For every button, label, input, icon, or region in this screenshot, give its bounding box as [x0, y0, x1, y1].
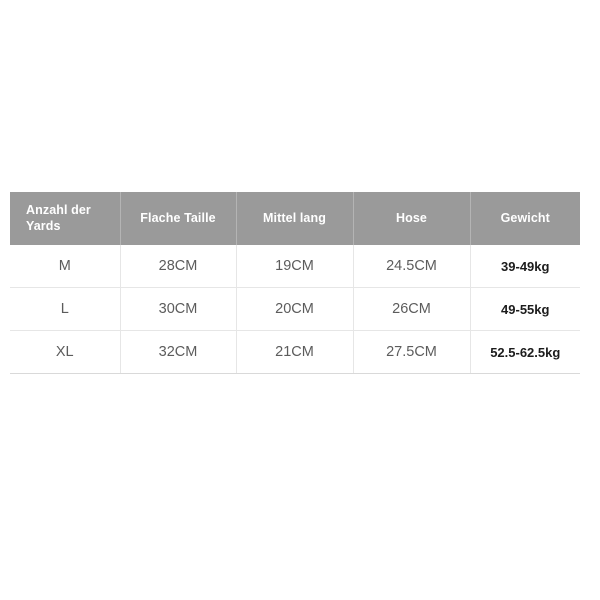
cell-flache-taille: 30CM	[120, 287, 237, 331]
cell-gewicht: 52.5-62.5kg	[470, 330, 580, 374]
table-row: M 28CM 19CM 24.5CM 39-49kg	[10, 245, 580, 288]
table-row: XL 32CM 21CM 27.5CM 52.5-62.5kg	[10, 330, 580, 374]
header-flache-taille: Flache Taille	[120, 192, 237, 245]
cell-mittel-lang: 20CM	[236, 287, 354, 331]
cell-flache-taille: 32CM	[120, 330, 237, 374]
cell-hose: 26CM	[353, 287, 471, 331]
cell-mittel-lang: 21CM	[236, 330, 354, 374]
size-chart-header: Anzahl der Yards Flache Taille Mittel la…	[10, 192, 580, 245]
size-chart-container: Anzahl der Yards Flache Taille Mittel la…	[10, 192, 580, 374]
cell-mittel-lang: 19CM	[236, 245, 354, 288]
cell-gewicht: 39-49kg	[470, 245, 580, 288]
cell-hose: 27.5CM	[353, 330, 471, 374]
cell-size: M	[10, 245, 121, 288]
cell-hose: 24.5CM	[353, 245, 471, 288]
cell-gewicht: 49-55kg	[470, 287, 580, 331]
header-anzahl-der-yards: Anzahl der Yards	[10, 192, 121, 245]
header-row: Anzahl der Yards Flache Taille Mittel la…	[10, 192, 580, 245]
header-hose: Hose	[353, 192, 471, 245]
cell-size: L	[10, 287, 121, 331]
table-row: L 30CM 20CM 26CM 49-55kg	[10, 287, 580, 331]
cell-flache-taille: 28CM	[120, 245, 237, 288]
size-chart-table: Anzahl der Yards Flache Taille Mittel la…	[10, 192, 580, 374]
size-chart-body: M 28CM 19CM 24.5CM 39-49kg L 30CM 20CM 2…	[10, 245, 580, 374]
cell-size: XL	[10, 330, 121, 374]
header-mittel-lang: Mittel lang	[236, 192, 354, 245]
header-gewicht: Gewicht	[470, 192, 580, 245]
